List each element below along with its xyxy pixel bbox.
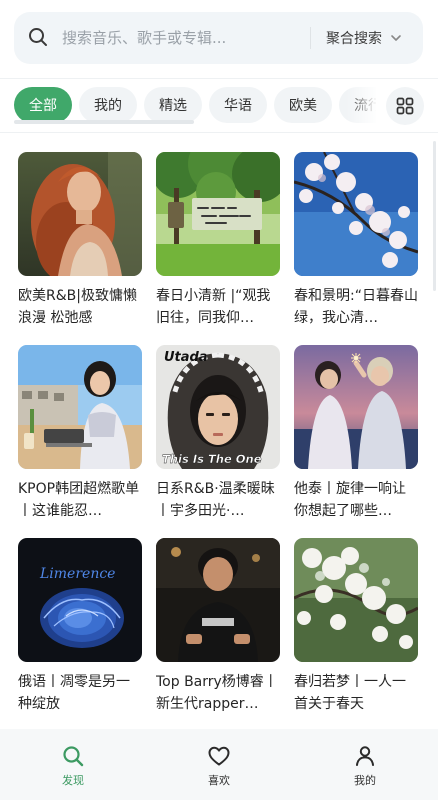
nav-item-2[interactable]: 我的 (320, 729, 410, 788)
header-divider (0, 78, 438, 79)
cover-art: Utada This Is The One (156, 345, 280, 469)
grid-view-button[interactable] (386, 87, 424, 125)
tab-0[interactable]: 全部 (14, 87, 72, 123)
playlist-card[interactable]: 春归若梦丨一人一首关于春天 (294, 538, 418, 715)
playlist-card[interactable]: KPOP韩团超燃歌单丨这谁能忍… (18, 345, 142, 522)
search-icon (29, 28, 47, 46)
nav-label: 发现 (62, 774, 84, 787)
playlist-area: 欧美R&B|极致慵懒 浪漫 松弛感 春日小清新 |“观我旧往，同我仰… 春和景明… (0, 133, 438, 729)
playlist-title[interactable]: 春日小清新 |“观我旧往，同我仰… (156, 285, 280, 329)
nav-label: 喜欢 (208, 774, 230, 787)
playlist-card[interactable]: 欧美R&B|极致慵懒 浪漫 松弛感 (18, 152, 142, 329)
cover-art (18, 152, 142, 276)
heart-icon (208, 746, 230, 766)
tab-1[interactable]: 我的 (79, 87, 137, 123)
cover-text-script: Limerence (39, 566, 115, 582)
chevron-down-icon (391, 35, 401, 41)
bottom-nav: 发现 喜欢 我的 (0, 729, 438, 800)
cover-art (294, 152, 418, 276)
playlist-cover[interactable] (294, 345, 418, 469)
search-mode-dropdown[interactable]: 聚合搜索 (314, 12, 414, 64)
cover-art (156, 538, 280, 662)
playlist-title[interactable]: KPOP韩团超燃歌单丨这谁能忍… (18, 478, 142, 522)
search-icon (63, 746, 84, 767)
playlist-cover[interactable] (156, 152, 280, 276)
playlist-card[interactable]: Top Barry杨博睿丨新生代rapper… (156, 538, 280, 715)
playlist-cover[interactable] (294, 152, 418, 276)
nav-item-0[interactable]: 发现 (28, 729, 118, 788)
playlist-title[interactable]: Top Barry杨博睿丨新生代rapper… (156, 671, 280, 715)
playlist-title[interactable]: 日系R&B·温柔暖昧丨宇多田光·… (156, 478, 280, 522)
tab-3[interactable]: 华语 (209, 87, 267, 123)
playlist-card[interactable]: 他泰丨旋律一响让你想起了哪些… (294, 345, 418, 522)
tabs-fade (346, 86, 378, 126)
playlist-card[interactable]: 春日小清新 |“观我旧往，同我仰… (156, 152, 280, 329)
nav-label: 我的 (354, 774, 376, 787)
playlist-title[interactable]: 欧美R&B|极致慵懒 浪漫 松弛感 (18, 285, 142, 329)
playlist-card[interactable]: Limerence 俄语丨凋零是另一种绽放 (18, 538, 142, 715)
playlist-card[interactable]: 春和景明:“日暮春山绿，我心清… (294, 152, 418, 329)
nav-item-1[interactable]: 喜欢 (174, 729, 264, 788)
tab-4[interactable]: 欧美 (274, 87, 332, 123)
playlist-title[interactable]: 他泰丨旋律一响让你想起了哪些… (294, 478, 418, 522)
cover-art (18, 345, 142, 469)
playlist-cover[interactable] (156, 538, 280, 662)
cover-art (156, 152, 280, 276)
search-mode-label: 聚合搜索 (326, 31, 382, 47)
person-icon (356, 746, 374, 766)
playlist-card[interactable]: Utada This Is The One 日系R&B·温柔暖昧丨宇多田光·… (156, 345, 280, 522)
cover-art (294, 538, 418, 662)
cover-text-top: Utada (164, 350, 208, 365)
tab-2[interactable]: 精选 (144, 87, 202, 123)
grid-icon (396, 97, 414, 115)
cover-text-bottom: This Is The One (162, 452, 262, 466)
search-bar: 聚合搜索 (14, 12, 423, 64)
playlist-cover[interactable] (294, 538, 418, 662)
playlist-cover[interactable]: Limerence (18, 538, 142, 662)
playlist-cover[interactable]: Utada This Is The One (156, 345, 280, 469)
search-input[interactable] (62, 24, 292, 52)
playlist-cover[interactable] (18, 152, 142, 276)
scrollbar[interactable] (433, 141, 436, 291)
playlist-title[interactable]: 春和景明:“日暮春山绿，我心清… (294, 285, 418, 329)
tabs-scroll-indicator (14, 120, 194, 124)
playlist-cover[interactable] (18, 345, 142, 469)
cover-art (294, 345, 418, 469)
playlist-grid: 欧美R&B|极致慵懒 浪漫 松弛感 春日小清新 |“观我旧往，同我仰… 春和景明… (18, 152, 420, 715)
playlist-title[interactable]: 俄语丨凋零是另一种绽放 (18, 671, 142, 715)
playlist-title[interactable]: 春归若梦丨一人一首关于春天 (294, 671, 418, 715)
cover-art: Limerence (18, 538, 142, 662)
search-divider (310, 27, 311, 49)
